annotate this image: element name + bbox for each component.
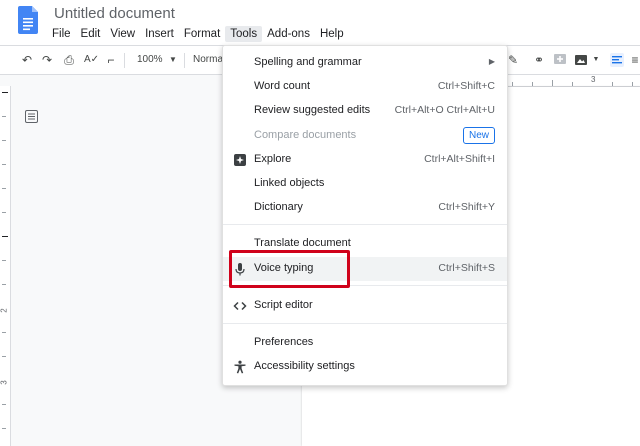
menu-edit[interactable]: Edit — [76, 26, 106, 42]
ruler-tick — [2, 356, 6, 357]
ruler-tick — [2, 188, 6, 189]
docs-logo-icon[interactable] — [18, 6, 38, 34]
ruler-tick — [2, 332, 6, 333]
menu-item-shortcut: Ctrl+Alt+Shift+I — [424, 153, 495, 165]
toolbar-divider — [124, 53, 125, 68]
menu-item-shortcut: Ctrl+Shift+C — [437, 80, 495, 92]
ruler-number: 3 — [0, 380, 9, 385]
ruler-number: 2 — [0, 308, 9, 313]
ruler-tick — [2, 116, 6, 117]
menu-item-compare-documents[interactable]: Compare documents New — [223, 124, 507, 148]
menu-item-dictionary[interactable]: Dictionary Ctrl+Shift+Y — [223, 196, 507, 220]
menu-help[interactable]: Help — [315, 26, 349, 42]
tools-menu-dropdown: Spelling and grammar ▶ Word count Ctrl+S… — [222, 45, 508, 386]
ruler-tick — [2, 428, 6, 429]
menu-item-shortcut: Ctrl+Shift+Y — [438, 201, 495, 213]
menu-item-label: Script editor — [254, 299, 313, 311]
undo-icon[interactable]: ↶ — [20, 53, 34, 67]
new-badge: New — [462, 127, 495, 144]
menu-item-label: Compare documents — [254, 129, 357, 141]
ruler-tick — [512, 82, 513, 86]
ruler-tick — [552, 80, 553, 86]
ruler-tick — [572, 82, 573, 86]
add-comment-icon[interactable] — [553, 53, 567, 67]
menu-item-label: Translate document — [254, 237, 351, 249]
menu-divider — [223, 323, 507, 324]
ruler-tick — [2, 284, 6, 285]
paint-format-icon[interactable]: ⌐ — [104, 53, 118, 67]
ruler-tick — [532, 82, 533, 86]
print-icon[interactable]: ⎙ — [62, 53, 76, 67]
document-outline-icon[interactable] — [25, 110, 38, 123]
chevron-down-icon[interactable]: ▼ — [166, 53, 180, 67]
menu-item-accessibility-settings[interactable]: Accessibility settings — [223, 355, 507, 379]
menu-item-word-count[interactable]: Word count Ctrl+Shift+C — [223, 75, 507, 99]
code-icon — [233, 301, 247, 311]
menu-item-review-suggested-edits[interactable]: Review suggested edits Ctrl+Alt+O Ctrl+A… — [223, 99, 507, 123]
menu-item-shortcut: Ctrl+Alt+O Ctrl+Alt+U — [394, 104, 495, 116]
ruler-tick — [612, 82, 613, 86]
menu-insert[interactable]: Insert — [140, 26, 179, 42]
menu-item-label: Preferences — [254, 336, 314, 348]
menu-item-label: Explore — [254, 153, 292, 165]
menu-item-preferences[interactable]: Preferences — [223, 331, 507, 355]
menu-format[interactable]: Format — [179, 26, 225, 42]
menu-addons[interactable]: Add-ons — [262, 26, 315, 42]
ruler-tick — [2, 236, 8, 237]
menu-bar: File Edit View Insert Format Tools Add-o… — [47, 26, 349, 42]
menu-item-spelling-grammar[interactable]: Spelling and grammar ▶ — [223, 51, 507, 75]
menu-item-linked-objects[interactable]: Linked objects — [223, 172, 507, 196]
ruler-tick — [2, 164, 6, 165]
menu-item-label: Review suggested edits — [254, 104, 371, 116]
ruler-tick — [2, 92, 8, 93]
ruler-tick — [2, 212, 6, 213]
align-center-icon[interactable]: ≡ — [628, 53, 640, 67]
menu-item-label: Dictionary — [254, 201, 303, 213]
menu-item-script-editor[interactable]: Script editor — [223, 294, 507, 318]
highlight-pen-icon[interactable]: ✎ — [506, 53, 520, 67]
submenu-arrow-icon: ▶ — [488, 57, 495, 66]
ruler-tick — [2, 260, 6, 261]
menu-view[interactable]: View — [105, 26, 140, 42]
document-title[interactable]: Untitled document — [54, 5, 175, 22]
ruler-tick — [2, 140, 6, 141]
chevron-down-icon[interactable]: ▼ — [589, 53, 603, 67]
menu-item-label: Linked objects — [254, 177, 325, 189]
menu-file[interactable]: File — [47, 26, 76, 42]
explore-icon — [234, 154, 246, 166]
ruler-tick — [2, 404, 6, 405]
voice-typing-highlight-box — [229, 250, 350, 288]
vertical-ruler[interactable]: 2 3 — [0, 86, 11, 446]
style-select[interactable]: Normal — [193, 54, 225, 65]
spellcheck-icon[interactable]: A✓ — [84, 53, 99, 67]
menu-item-shortcut: Ctrl+Shift+S — [438, 262, 495, 274]
link-icon[interactable]: ⚭ — [532, 53, 546, 67]
menu-tools[interactable]: Tools — [225, 26, 263, 42]
align-left-icon[interactable] — [610, 53, 624, 67]
menu-item-label: Spelling and grammar — [254, 56, 362, 68]
insert-image-icon[interactable] — [574, 53, 588, 67]
ruler-number: 3 — [591, 75, 596, 84]
toolbar-divider — [184, 53, 185, 68]
menu-divider — [223, 224, 507, 225]
accessibility-icon — [234, 360, 246, 374]
zoom-select[interactable]: 100% — [137, 54, 163, 65]
menu-item-label: Word count — [254, 80, 311, 92]
title-bar: Untitled document File Edit View Insert … — [0, 0, 640, 45]
redo-icon[interactable]: ↷ — [40, 53, 54, 67]
menu-item-label: Accessibility settings — [254, 360, 355, 372]
menu-item-explore[interactable]: Explore Ctrl+Alt+Shift+I — [223, 148, 507, 172]
ruler-tick — [632, 82, 633, 86]
